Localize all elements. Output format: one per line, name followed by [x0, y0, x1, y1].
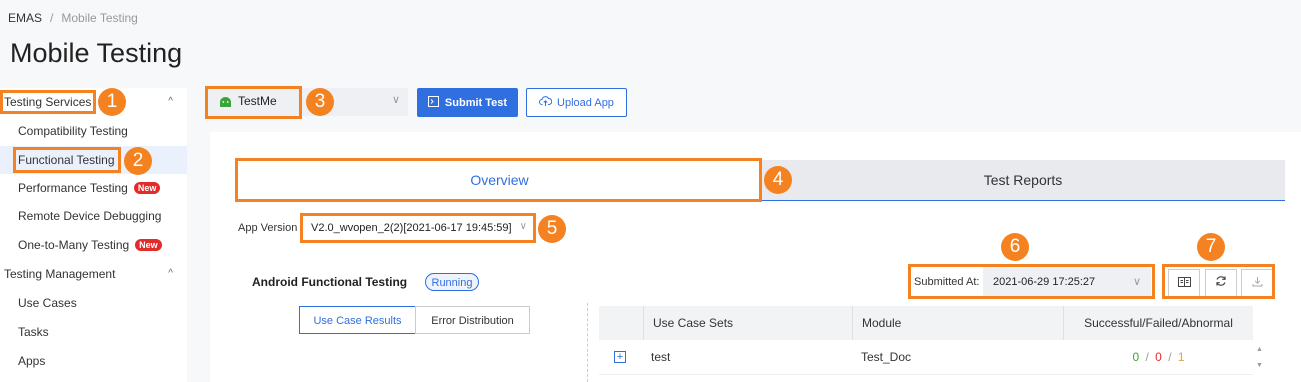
callout-number-2: 2: [124, 147, 152, 175]
expand-icon[interactable]: +: [614, 351, 626, 363]
breadcrumb-root[interactable]: EMAS: [8, 11, 42, 25]
callout-number-3: 3: [306, 88, 334, 116]
breadcrumb-separator: /: [50, 11, 54, 25]
sidebar-item-label: Tasks: [18, 325, 49, 339]
callout-number-7: 7: [1197, 233, 1225, 261]
callout-box-2: [13, 147, 121, 173]
column-divider: [643, 306, 644, 340]
callout-number-6: 6: [1001, 233, 1029, 261]
app-version-label: App Version: [238, 222, 298, 234]
section-title: Android Functional Testing: [252, 275, 408, 289]
sidebar-item-label: Use Cases: [18, 296, 77, 310]
chevron-up-icon: ^: [168, 96, 173, 107]
cloud-upload-icon: [539, 95, 553, 110]
table-row: + test Test_Doc 0 / 0 / 1: [599, 340, 1253, 375]
callout-box-7: [1162, 264, 1275, 299]
failed-count: 0: [1155, 350, 1162, 364]
column-header-use-case-sets: Use Case Sets: [653, 316, 734, 330]
column-header-results: Successful/Failed/Abnormal: [1084, 316, 1233, 330]
abnormal-count: 1: [1177, 350, 1185, 364]
tab-use-case-results[interactable]: Use Case Results: [299, 306, 416, 334]
callout-box-4: [235, 158, 762, 202]
sidebar-item-label: Testing Management: [4, 267, 116, 281]
status-badge: Running: [425, 273, 479, 291]
sidebar-item-use-cases[interactable]: Use Cases: [0, 289, 187, 317]
sidebar-item-label: One-to-Many Testing: [18, 238, 130, 252]
sidebar-item-label: Compatibility Testing: [18, 124, 128, 138]
submit-test-button[interactable]: Submit Test: [417, 88, 518, 117]
sidebar-item-performance-testing[interactable]: Performance Testing New: [0, 174, 187, 202]
upload-app-button[interactable]: Upload App: [526, 88, 627, 117]
result-separator: /: [1168, 350, 1172, 364]
new-badge: New: [133, 182, 161, 194]
terminal-icon: [427, 95, 439, 110]
tab-test-reports[interactable]: Test Reports: [761, 160, 1285, 200]
breadcrumb-current: Mobile Testing: [61, 11, 138, 25]
breadcrumb: EMAS / Mobile Testing: [8, 11, 138, 25]
callout-box-6: [908, 264, 1155, 299]
callout-box-5: [300, 213, 536, 243]
new-badge: New: [135, 239, 162, 251]
callout-number-1: 1: [98, 88, 126, 116]
scroll-up-icon[interactable]: ▲: [1256, 346, 1263, 353]
success-count: 0: [1132, 350, 1140, 364]
cell-results: 0 / 0 / 1: [1064, 340, 1253, 374]
sidebar-item-label: Performance Testing: [18, 181, 128, 195]
callout-number-4: 4: [764, 166, 792, 194]
sidebar-item-one-to-many-testing[interactable]: One-to-Many Testing New: [0, 231, 187, 259]
chevron-down-icon: ∨: [391, 94, 400, 106]
submit-test-label: Submit Test: [444, 96, 508, 109]
upload-app-label: Upload App: [557, 96, 614, 109]
callout-box-3: [205, 86, 302, 119]
page-title: Mobile Testing: [10, 38, 183, 68]
column-header-module: Module: [862, 316, 902, 330]
tab-error-distribution[interactable]: Error Distribution: [415, 306, 530, 334]
chevron-up-icon: ^: [168, 268, 173, 279]
sidebar-group-testing-management[interactable]: Testing Management ^: [0, 260, 187, 288]
sidebar-item-compatibility-testing[interactable]: Compatibility Testing: [0, 117, 187, 145]
result-separator: /: [1145, 350, 1149, 364]
sidebar-item-apps[interactable]: Apps: [0, 347, 187, 375]
scroll-down-icon[interactable]: ▼: [1256, 362, 1263, 369]
cell-module: Test_Doc: [861, 350, 912, 364]
cell-use-case-set: test: [651, 350, 671, 364]
sidebar: Testing Services ^ Compatibility Testing…: [0, 88, 187, 382]
callout-number-5: 5: [538, 215, 566, 243]
sidebar-item-label: Apps: [18, 354, 46, 368]
callout-box-1: [0, 90, 96, 114]
sidebar-item-remote-device-debugging[interactable]: Remote Device Debugging: [0, 202, 187, 230]
sidebar-item-label: Remote Device Debugging: [18, 209, 162, 223]
divider: [587, 303, 589, 382]
sidebar-item-tasks[interactable]: Tasks: [0, 318, 187, 346]
table-header: Use Case Sets Module Successful/Failed/A…: [599, 306, 1253, 340]
column-divider: [852, 306, 853, 340]
